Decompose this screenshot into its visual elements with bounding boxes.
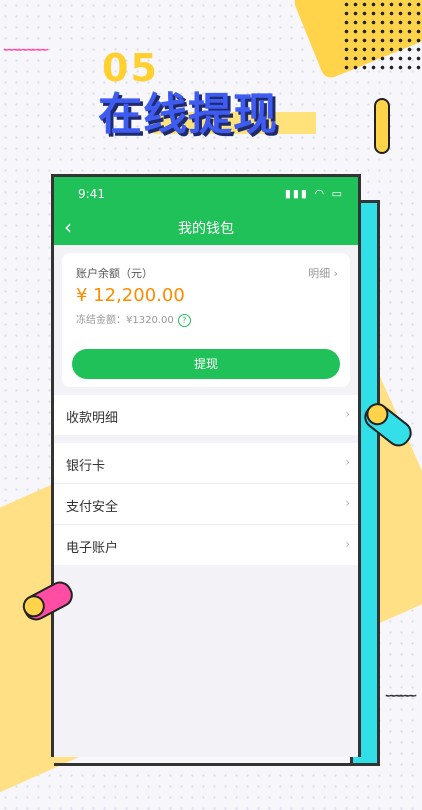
menu-item-receipts[interactable]: 收款明细 › xyxy=(54,395,358,435)
promo-title: 在线提现 xyxy=(98,89,278,140)
chevron-right-icon: › xyxy=(345,455,350,469)
wifi-icon: ◠ xyxy=(314,187,327,200)
balance-amount: ¥ 12,200.00 xyxy=(76,285,185,306)
menu-item-label: 银行卡 xyxy=(66,459,106,474)
chevron-right-icon: › xyxy=(345,407,350,421)
detail-link-label: 明细 xyxy=(308,267,331,280)
wallet-card: 账户余额（元） 明细 › ¥ 12,200.00 冻结金额：¥1320.00? … xyxy=(62,253,350,387)
frozen-amount-text: 冻结金额：¥1320.00 xyxy=(76,315,174,326)
menu-item-label: 电子账户 xyxy=(66,541,119,556)
menu-item-payment-security[interactable]: 支付安全 › xyxy=(54,484,358,525)
battery-icon: ▭ xyxy=(331,187,344,200)
menu-item-electronic-account[interactable]: 电子账户 › xyxy=(54,525,358,565)
chevron-right-icon: › xyxy=(345,496,350,510)
zigzag-pink-icon: ﹏﹏﹏ xyxy=(4,34,48,53)
menu-item-label: 收款明细 xyxy=(66,411,119,426)
status-icons: ▮▮▮ ◠ ▭ xyxy=(285,187,344,200)
dot-pattern xyxy=(342,0,422,70)
withdraw-button[interactable]: 提现 xyxy=(72,349,340,379)
decorative-pill-yellow xyxy=(374,98,390,154)
menu-item-label: 支付安全 xyxy=(66,500,119,515)
status-time: 9:41 xyxy=(78,187,105,201)
phone-screen: 9:41 ▮▮▮ ◠ ▭ ‹ 我的钱包 账户余额（元） 明细 › ¥ 12,20… xyxy=(51,174,361,757)
page-title: 我的钱包 xyxy=(178,221,234,237)
zigzag-black-icon: ﹏﹏ xyxy=(386,680,416,699)
balance-label: 账户余额（元） xyxy=(76,267,153,280)
menu-group-1: 收款明细 › xyxy=(54,395,358,435)
menu-item-bank-card[interactable]: 银行卡 › xyxy=(54,443,358,484)
detail-link[interactable]: 明细 › xyxy=(308,265,338,281)
frozen-amount: 冻结金额：¥1320.00? xyxy=(76,311,191,327)
help-icon[interactable]: ? xyxy=(177,314,191,327)
app-header: 9:41 ▮▮▮ ◠ ▭ ‹ 我的钱包 xyxy=(54,177,358,245)
menu-group-2: 银行卡 › 支付安全 › 电子账户 › xyxy=(54,443,358,565)
signal-icon: ▮▮▮ xyxy=(284,187,309,200)
chevron-right-icon: › xyxy=(333,267,338,280)
chevron-right-icon: › xyxy=(345,537,350,551)
